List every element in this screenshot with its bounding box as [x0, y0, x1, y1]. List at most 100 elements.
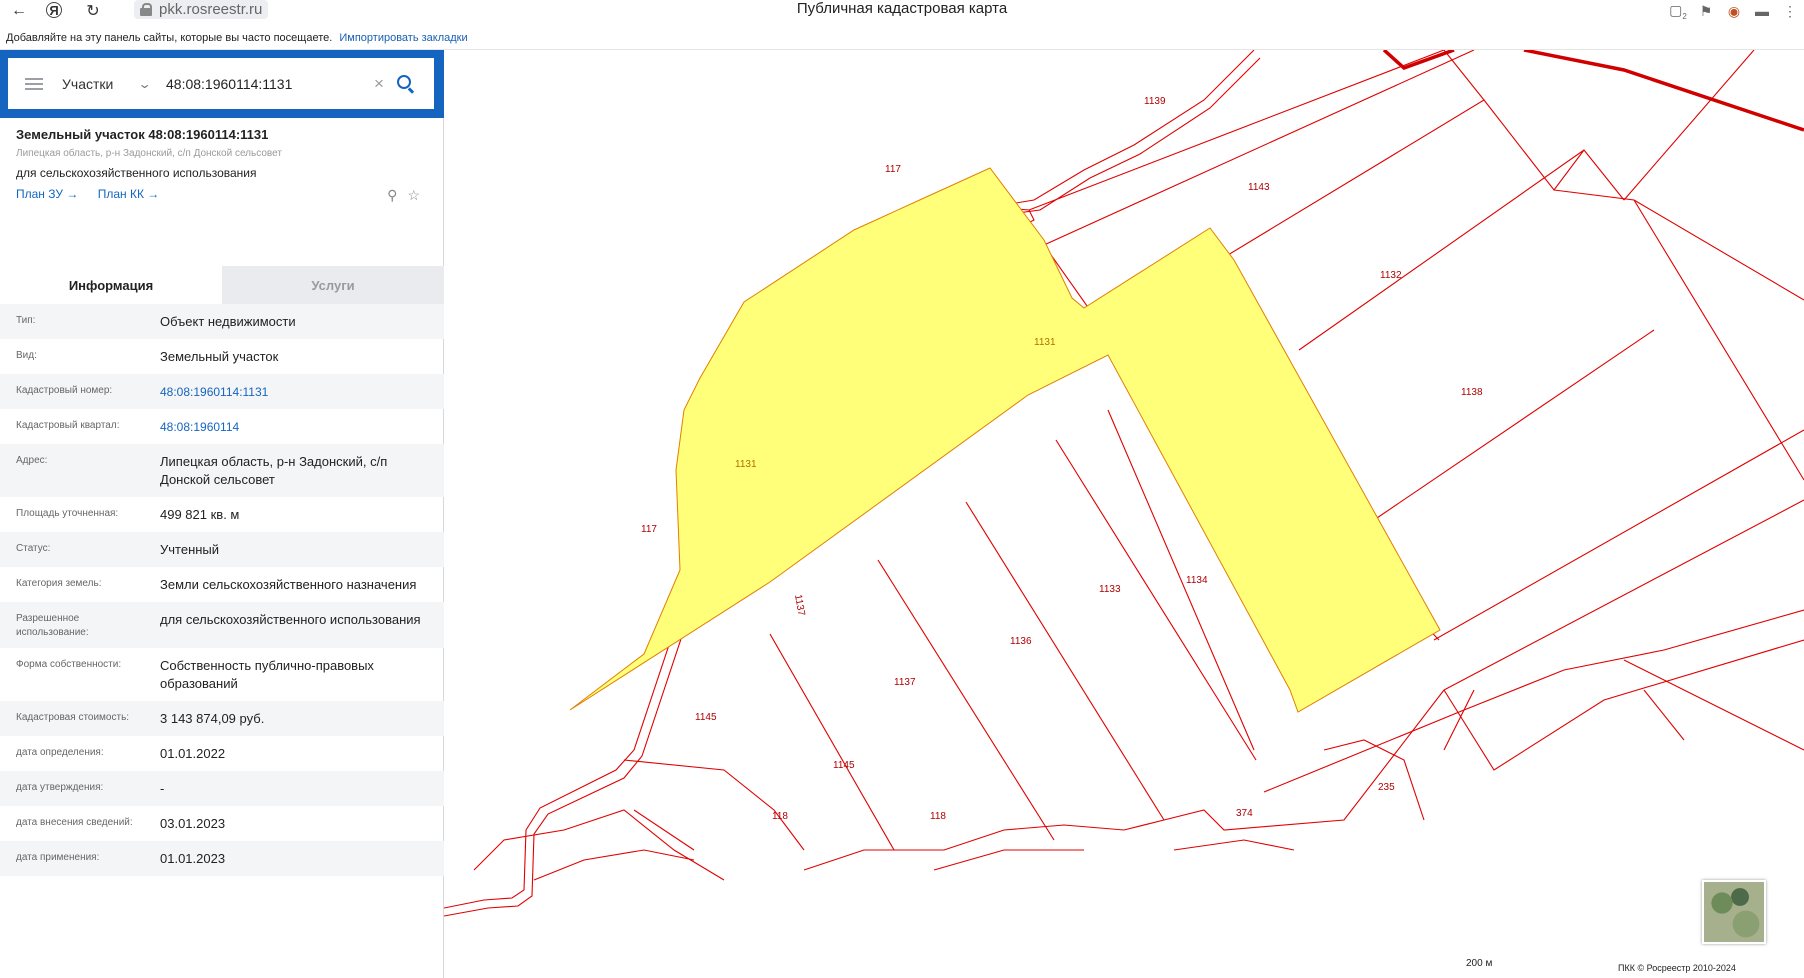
reload-icon[interactable]: ↻: [82, 0, 104, 22]
row-label: Тип:: [16, 315, 36, 326]
row-label: дата внесения сведений:: [16, 817, 133, 828]
parcel-label-selected: 1131: [1034, 337, 1056, 348]
search-input[interactable]: [166, 75, 366, 92]
row-label: дата утверждения:: [16, 782, 104, 793]
object-title: Земельный участок 48:08:1960114:1131: [16, 127, 269, 142]
object-links: План ЗУ → План КК → ⚲ ☆: [16, 187, 428, 205]
url-text: pkk.rosreestr.ru: [159, 1, 263, 18]
row-label: дата определения:: [16, 747, 104, 758]
app-root: { "browser": { "url": "pkk.rosreestr.ru"…: [0, 0, 1804, 978]
parcel-label: 118: [930, 811, 946, 822]
info-row-type: Тип: Объект недвижимости: [0, 304, 444, 339]
favorite-star-icon[interactable]: ☆: [407, 187, 420, 204]
map-copyright: ПКК © Росреестр 2010-2024: [1618, 963, 1736, 973]
back-icon[interactable]: ←: [8, 0, 30, 22]
parcel-label: 1137: [894, 677, 916, 688]
info-row-cadastral-number: Кадастровый номер: 48:08:1960114:1131: [0, 374, 444, 409]
scale-label: 200 м: [1466, 958, 1493, 969]
row-value: Липецкая область, р-н Задонский, с/п Дон…: [160, 454, 388, 487]
parcel-label: 235: [1378, 782, 1395, 793]
map-canvas[interactable]: 1139 117 1143 1132 1131 1138 1131 117 11…: [444, 50, 1804, 978]
search-box: Участки ⌄ ×: [8, 58, 434, 109]
object-actions: ⚲ ☆: [387, 187, 420, 204]
info-row-date-entered: дата внесения сведений: 03.01.2023: [0, 806, 444, 841]
object-header: Земельный участок 48:08:1960114:1131 Лип…: [0, 118, 444, 205]
info-panel: Участки ⌄ × ❮ Земельный участок 48:08:19…: [0, 50, 459, 978]
parcel-label: 1145: [695, 712, 717, 723]
tabs-icon[interactable]: ▢2: [1664, 2, 1692, 21]
cadastral-map[interactable]: 1139 117 1143 1132 1131 1138 1131 117 11…: [444, 50, 1804, 978]
plan-kk-link[interactable]: План КК →: [98, 187, 160, 201]
zoom-to-object-icon[interactable]: ⚲: [387, 187, 397, 204]
info-row-status: Статус: Учтенный: [0, 532, 444, 567]
row-value: 499 821 кв. м: [160, 507, 240, 522]
parcel-label: 1133: [1099, 584, 1121, 595]
menu-icon[interactable]: ⋮: [1776, 3, 1804, 20]
object-use: для сельскохозяйственного использования: [16, 166, 257, 180]
parcel-label: 1143: [1248, 182, 1270, 193]
row-label: Кадастровый квартал:: [16, 420, 120, 431]
row-label: Площадь уточненная:: [16, 508, 119, 519]
tab-services[interactable]: Услуги: [222, 266, 444, 304]
info-row-kind: Вид: Земельный участок: [0, 339, 444, 374]
row-label: дата применения:: [16, 852, 100, 863]
row-label: Кадастровая стоимость:: [16, 712, 130, 723]
tab-info[interactable]: Информация: [0, 266, 222, 304]
page-title: Публичная кадастровая карта: [796, 0, 1008, 17]
info-row-date-determined: дата определения: 01.01.2022: [0, 736, 444, 771]
row-label: Статус:: [16, 543, 51, 554]
satellite-layer-toggle[interactable]: [1702, 880, 1766, 944]
plan-zu-link[interactable]: План ЗУ →: [16, 187, 78, 201]
bookmarks-hint: Добавляйте на эту панель сайты, которые …: [6, 32, 333, 44]
object-address: Липецкая область, р-н Задонский, с/п Дон…: [16, 148, 282, 159]
parcel-label: 1136: [1010, 636, 1032, 647]
browser-toolbar: ← Я ↻ pkk.rosreestr.ru Публичная кадастр…: [0, 0, 1804, 22]
parcel-label: 118: [772, 811, 788, 822]
parcel-label: 117: [641, 524, 657, 535]
yandex-icon[interactable]: Я: [46, 2, 62, 18]
parcel-label: 374: [1236, 808, 1253, 819]
cadastral-quarter-link[interactable]: 48:08:1960114: [160, 418, 444, 436]
row-label: Категория земель:: [16, 578, 102, 589]
info-row-area: Площадь уточненная: 499 821 кв. м: [0, 497, 444, 532]
parcel-label: 1139: [1144, 96, 1166, 107]
parcel-label: 1132: [1380, 270, 1402, 281]
row-label: Разрешенное использование:: [16, 613, 89, 638]
info-row-cadastral-value: Кадастровая стоимость: 3 143 874,09 руб.: [0, 701, 444, 736]
bookmarks-bar: Добавляйте на эту панель сайты, которые …: [0, 28, 1804, 48]
row-value: 01.01.2023: [160, 851, 226, 866]
row-value: Учтенный: [160, 542, 220, 557]
bookmark-icon[interactable]: ⚑: [1692, 3, 1720, 20]
parcel-boundaries: [444, 50, 1804, 917]
menu-burger-icon[interactable]: [25, 77, 43, 90]
lock-icon: [140, 3, 152, 16]
selected-parcel-1131[interactable]: [569, 167, 1441, 713]
parcel-label: 1138: [1461, 387, 1483, 398]
info-table: Тип: Объект недвижимости Вид: Земельный уч…: [0, 304, 444, 876]
info-row-permitted-use: Разрешенное использование: для сельскохоз…: [0, 602, 444, 648]
row-value: 3 143 874,09 руб.: [160, 711, 265, 726]
info-row-ownership: Форма собственности: Собственность публич…: [0, 648, 444, 701]
extension-icon[interactable]: ◉: [1720, 3, 1748, 20]
row-value: 03.01.2023: [160, 816, 226, 831]
info-row-date-approved: дата утверждения: -: [0, 771, 444, 806]
row-label: Кадастровый номер:: [16, 385, 113, 396]
row-label: Форма собственности:: [16, 659, 122, 670]
search-icon[interactable]: [396, 74, 416, 94]
cadastral-number-link[interactable]: 48:08:1960114:1131: [160, 383, 444, 401]
download-icon[interactable]: ▬: [1748, 3, 1776, 19]
parcel-label-selected: 1131: [735, 459, 757, 470]
parcel-label: 1137: [792, 594, 807, 618]
row-value: для сельскохозяйственного использования: [160, 612, 421, 627]
import-bookmarks-link[interactable]: Импортировать закладки: [339, 32, 467, 44]
row-label: Вид:: [16, 350, 37, 361]
chevron-down-icon[interactable]: ⌄: [138, 77, 169, 91]
clear-icon[interactable]: ×: [374, 74, 384, 94]
parcel-label: 1134: [1186, 575, 1208, 586]
row-label: Адрес:: [16, 455, 48, 466]
browser-right-icons: ▢2 ⚑ ◉ ▬ ⋮: [1664, 0, 1804, 22]
address-bar[interactable]: pkk.rosreestr.ru: [134, 0, 269, 19]
parcel-label: 117: [885, 164, 901, 175]
row-value: Земельный участок: [160, 349, 279, 364]
search-type-select[interactable]: Участки: [62, 76, 142, 92]
